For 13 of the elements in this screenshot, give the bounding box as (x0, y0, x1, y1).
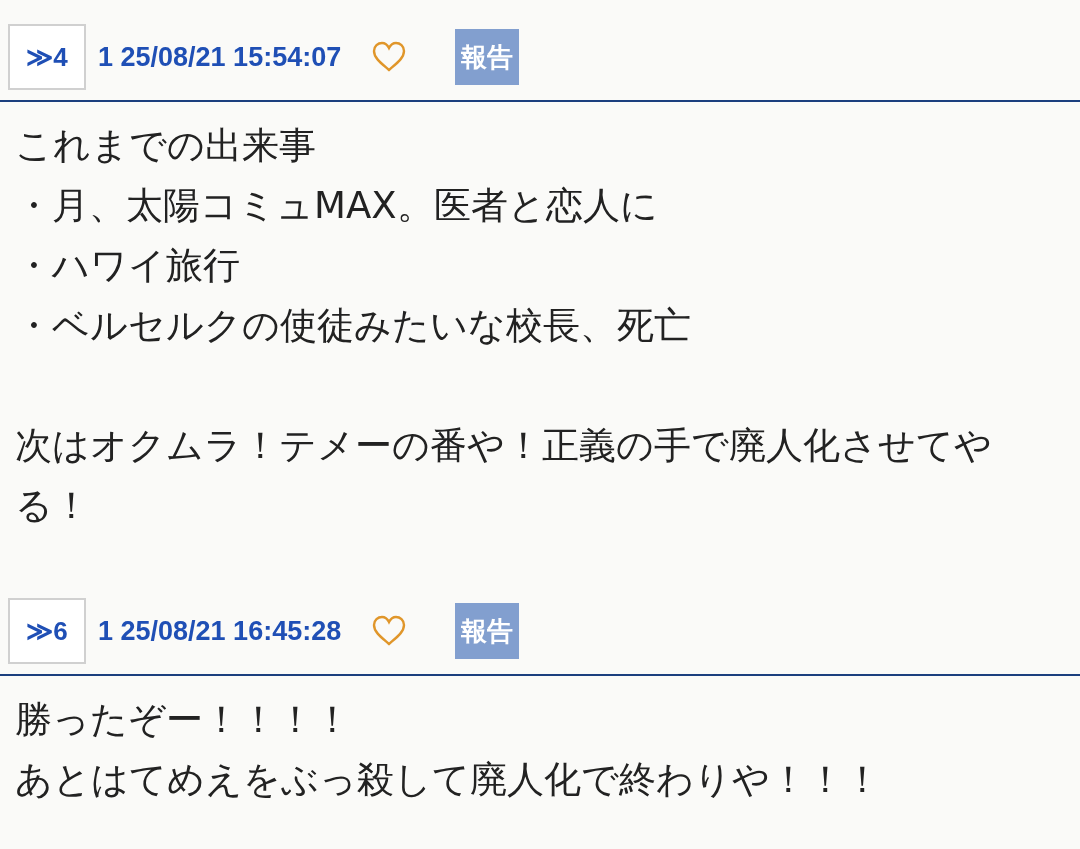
reply-link[interactable]: ≫4 (8, 24, 86, 90)
post-text-line: ・ハワイ旅行 (15, 243, 241, 289)
post-text-line: あとはてめえをぶっ殺して廃人化で終わりや！！！ (15, 757, 882, 803)
heart-icon[interactable] (371, 615, 408, 647)
post-text-line: これまでの出来事 (15, 123, 317, 169)
heart-icon[interactable] (371, 41, 408, 73)
post-text-line: ・ベルセルクの使徒みたいな校長、死亡 (15, 303, 692, 349)
post-text-line: 次はオクムラ！テメーの番や！正義の手で廃人化させてやる！ (15, 423, 993, 529)
post-text-line: ・月、太陽コミュMAX。医者と恋人に (15, 183, 659, 229)
reply-link[interactable]: ≫6 (8, 598, 86, 664)
post-header: 1 25/08/21 15:54:07 (98, 41, 342, 73)
post-text-line: 勝ったぞー！！！！ (15, 697, 352, 743)
post-header: 1 25/08/21 16:45:28 (98, 615, 342, 647)
